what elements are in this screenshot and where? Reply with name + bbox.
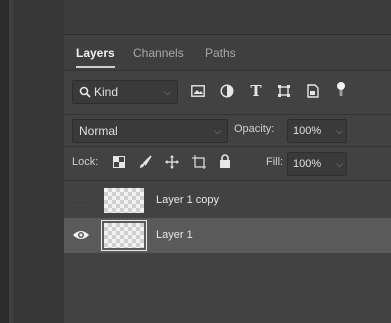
eye-icon[interactable] xyxy=(72,227,90,243)
search-icon xyxy=(79,85,91,99)
chevron-down-icon: ⌵ xyxy=(336,126,343,136)
layers-panel: Layers Channels Paths Kind ⌵ T Normal ⌵ … xyxy=(64,0,391,323)
smart-object-filter-icon[interactable] xyxy=(305,84,321,98)
layer-name[interactable]: Layer 1 copy xyxy=(156,183,219,218)
opacity-field[interactable]: 100% ⌵ xyxy=(287,119,347,143)
fill-label: Fill: xyxy=(266,156,284,168)
chevron-down-icon: ⌵ xyxy=(164,87,171,97)
layers-list-top-border xyxy=(64,180,391,181)
chevron-down-icon: ⌵ xyxy=(214,126,221,136)
layer-row-layer-1[interactable]: Layer 1 xyxy=(64,218,391,253)
shape-filter-icon[interactable] xyxy=(276,84,292,98)
fill-field[interactable]: 100% ⌵ xyxy=(287,152,347,176)
filter-kind-select[interactable]: Kind ⌵ xyxy=(72,80,178,104)
separator xyxy=(64,114,391,115)
chevron-down-icon: ⌵ xyxy=(336,159,343,169)
lock-position-icon[interactable] xyxy=(164,154,180,170)
lock-label: Lock: xyxy=(72,156,99,168)
adjustment-filter-icon[interactable] xyxy=(219,84,235,98)
tab-paths[interactable]: Paths xyxy=(205,36,236,70)
opacity-label: Opacity: xyxy=(234,123,275,135)
filter-kind-label: Kind xyxy=(94,85,119,99)
blend-row: Normal ⌵ Opacity: 100% ⌵ xyxy=(64,118,391,143)
lock-transparent-pixels-icon[interactable] xyxy=(112,155,126,169)
blend-mode-value: Normal xyxy=(79,124,118,138)
panel-tabs: Layers Channels Paths xyxy=(64,36,391,70)
layer-thumbnail xyxy=(101,220,147,251)
panel-gutter xyxy=(13,0,65,323)
layer-row-layer-1-copy[interactable]: Layer 1 copy xyxy=(64,183,391,218)
filter-toggle-icon[interactable] xyxy=(334,81,348,97)
panel-header xyxy=(64,0,391,35)
blend-mode-select[interactable]: Normal ⌵ xyxy=(72,119,228,143)
window-edge xyxy=(0,0,9,323)
lock-all-icon[interactable] xyxy=(218,153,232,169)
image-filter-icon[interactable] xyxy=(190,84,206,98)
lock-artboard-icon[interactable] xyxy=(191,154,207,170)
filter-row: Kind ⌵ T xyxy=(64,80,391,110)
type-filter-icon[interactable]: T xyxy=(248,82,264,100)
lock-image-pixels-icon[interactable] xyxy=(138,154,152,170)
layer-name[interactable]: Layer 1 xyxy=(156,218,193,253)
separator xyxy=(64,146,391,147)
tab-layers[interactable]: Layers xyxy=(76,36,115,70)
tab-divider xyxy=(64,70,391,71)
visibility-toggle-empty[interactable] xyxy=(72,192,90,208)
fill-value: 100% xyxy=(293,158,322,170)
opacity-value: 100% xyxy=(293,125,322,137)
layer-thumbnail xyxy=(104,188,144,213)
tab-channels[interactable]: Channels xyxy=(133,36,184,70)
lock-row: Lock: Fill: 100% ⌵ xyxy=(64,152,391,176)
